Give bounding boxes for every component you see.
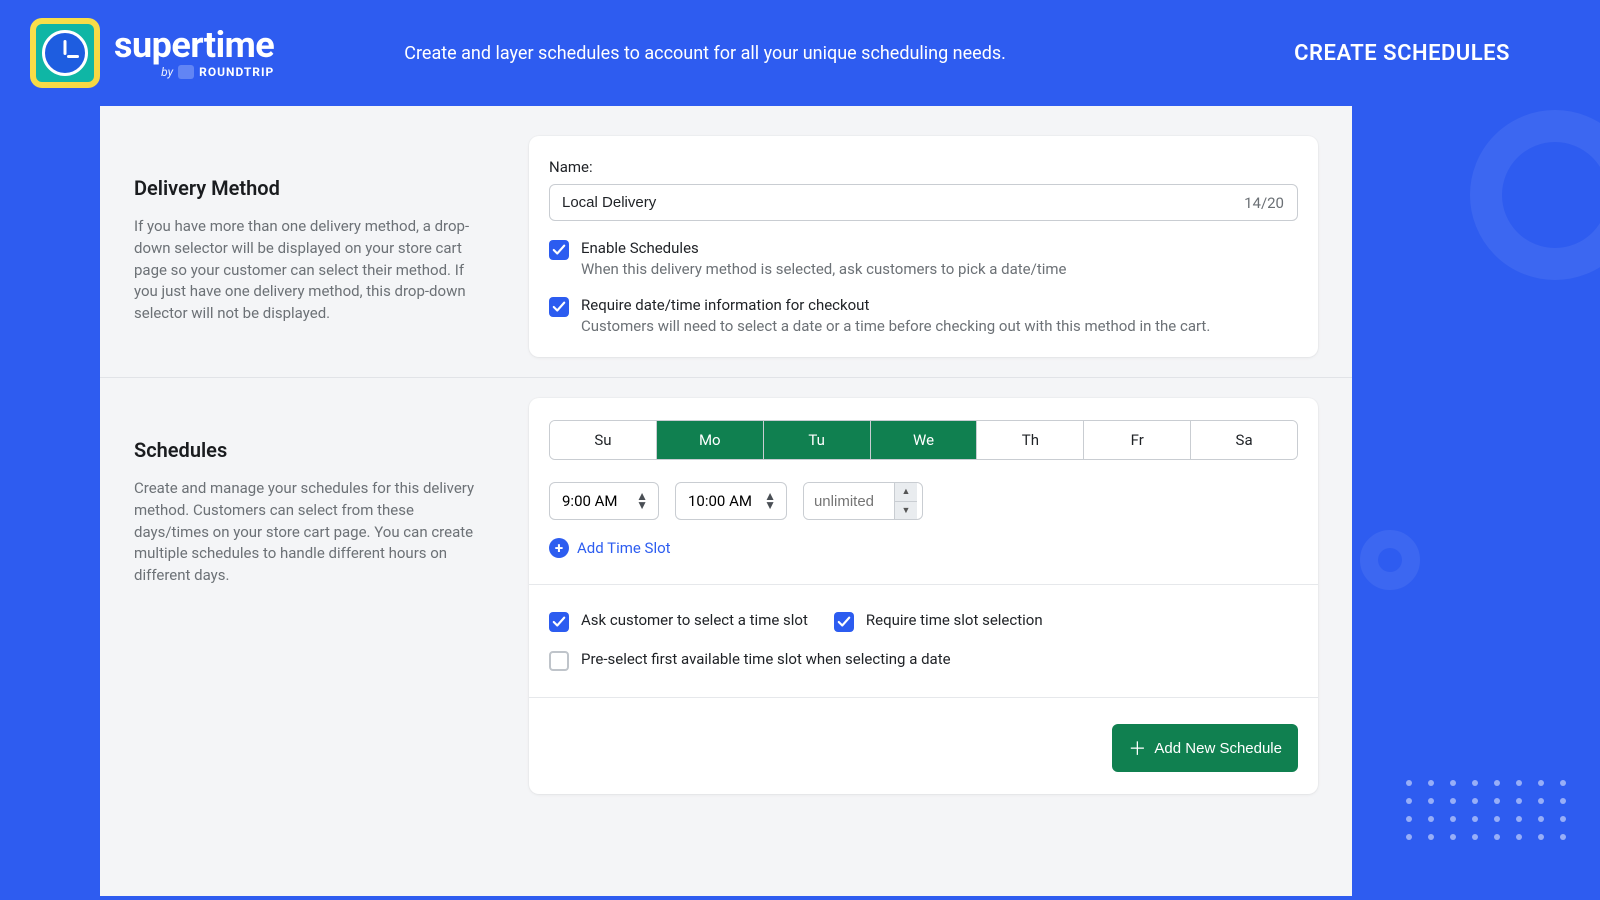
schedules-description: Create and manage your schedules for thi… (134, 478, 489, 587)
name-char-count: 14/20 (1244, 194, 1284, 212)
slot-limit-input[interactable] (804, 483, 894, 519)
decorative-ring (1360, 530, 1420, 590)
plus-icon: ＋ (1128, 735, 1146, 761)
time-slot-row: 9:00 AM ▲▼ 10:00 AM ▲▼ ▲ ▼ (549, 482, 1298, 520)
day-toggle-tu[interactable]: Tu (764, 421, 871, 459)
divider (529, 584, 1318, 585)
day-selector: SuMoTuWeThFrSa (549, 420, 1298, 460)
enable-schedules-checkbox[interactable] (549, 240, 569, 260)
brand-logo (30, 18, 100, 88)
plus-circle-icon: + (549, 538, 569, 558)
slot-limit-up-button[interactable]: ▲ (895, 483, 917, 502)
delivery-heading: Delivery Method (134, 176, 489, 200)
add-time-slot-button[interactable]: + Add Time Slot (549, 538, 671, 558)
name-label: Name: (549, 158, 1298, 176)
preselect-label: Pre-select first available time slot whe… (581, 650, 951, 668)
ask-timeslot-checkbox[interactable] (549, 612, 569, 632)
clock-icon (42, 30, 88, 76)
enable-schedules-desc: When this delivery method is selected, a… (581, 260, 1067, 278)
chevrons-icon: ▲▼ (764, 493, 776, 509)
slot-start-value: 9:00 AM (562, 492, 618, 510)
day-toggle-sa[interactable]: Sa (1191, 421, 1297, 459)
day-toggle-mo[interactable]: Mo (657, 421, 764, 459)
decorative-dots (1406, 780, 1570, 840)
slot-end-select[interactable]: 10:00 AM ▲▼ (675, 482, 787, 520)
header-tagline: Create and layer schedules to account fo… (404, 43, 1006, 64)
slot-limit-down-button[interactable]: ▼ (895, 502, 917, 520)
schedules-card: SuMoTuWeThFrSa 9:00 AM ▲▼ 10:00 AM ▲▼ ▲ … (529, 398, 1318, 794)
ask-timeslot-label: Ask customer to select a time slot (581, 611, 808, 629)
divider (529, 697, 1318, 698)
main-panel: Delivery Method If you have more than on… (100, 106, 1352, 896)
enable-schedules-checkbox-row: Enable Schedules When this delivery meth… (549, 239, 1298, 278)
require-datetime-desc: Customers will need to select a date or … (581, 317, 1210, 335)
require-timeslot-label: Require time slot selection (866, 611, 1043, 629)
brand-text: supertime by ROUNDTRIP (114, 27, 274, 79)
require-datetime-checkbox[interactable] (549, 297, 569, 317)
brand-name: supertime (114, 27, 274, 63)
slot-limit-input-group: ▲ ▼ (803, 482, 923, 520)
name-input[interactable] (549, 184, 1298, 221)
preselect-checkbox-row: Pre-select first available time slot whe… (549, 650, 1298, 671)
preselect-checkbox[interactable] (549, 651, 569, 671)
day-toggle-we[interactable]: We (871, 421, 978, 459)
add-new-schedule-button[interactable]: ＋ Add New Schedule (1112, 724, 1298, 772)
delivery-card: Name: 14/20 Enable Schedules When this d… (529, 136, 1318, 357)
add-time-slot-label: Add Time Slot (577, 539, 671, 557)
day-toggle-fr[interactable]: Fr (1084, 421, 1191, 459)
section-delivery-method: Delivery Method If you have more than on… (100, 136, 1352, 357)
app-header: supertime by ROUNDTRIP Create and layer … (0, 0, 1600, 106)
require-timeslot-checkbox[interactable] (834, 612, 854, 632)
add-new-schedule-label: Add New Schedule (1154, 740, 1282, 757)
enable-schedules-label: Enable Schedules (581, 239, 1067, 257)
require-datetime-label: Require date/time information for checko… (581, 296, 1210, 314)
company-badge-icon (178, 65, 194, 79)
schedule-options: Ask customer to select a time slot Requi… (549, 611, 1298, 632)
section-schedules: Schedules Create and manage your schedul… (100, 377, 1352, 794)
day-toggle-su[interactable]: Su (550, 421, 657, 459)
schedules-heading: Schedules (134, 438, 489, 462)
slot-start-select[interactable]: 9:00 AM ▲▼ (549, 482, 659, 520)
decorative-ring (1470, 110, 1600, 280)
page-title: CREATE SCHEDULES (1294, 41, 1510, 66)
slot-end-value: 10:00 AM (688, 492, 752, 510)
delivery-description: If you have more than one delivery metho… (134, 216, 489, 325)
chevrons-icon: ▲▼ (636, 493, 648, 509)
brand-by: by (161, 65, 173, 79)
brand-company: ROUNDTRIP (199, 65, 274, 79)
require-datetime-checkbox-row: Require date/time information for checko… (549, 296, 1298, 335)
day-toggle-th[interactable]: Th (977, 421, 1084, 459)
